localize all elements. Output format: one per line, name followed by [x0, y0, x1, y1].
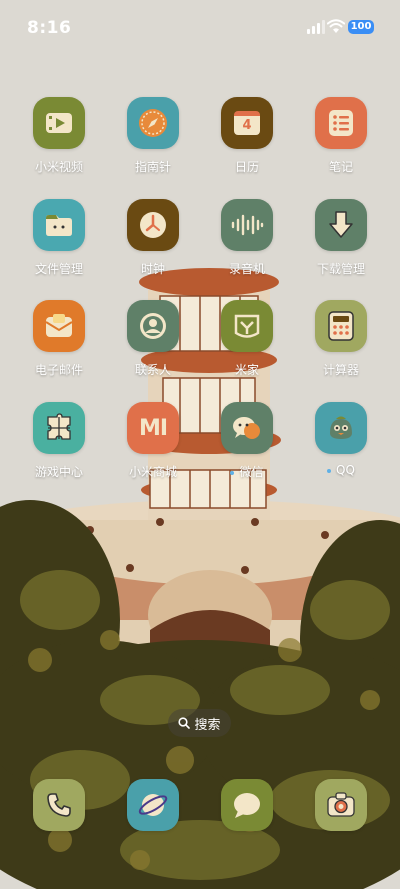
calendar-day: 4 — [242, 118, 252, 133]
dock-phone[interactable] — [14, 779, 104, 831]
dock-camera[interactable] — [296, 779, 386, 831]
app-label: 联系人 — [134, 363, 171, 377]
wifi-icon — [327, 19, 345, 33]
app-label: 下载管理 — [316, 262, 365, 276]
penguin-icon — [315, 402, 367, 454]
app-calendar[interactable]: 4 日历 — [202, 97, 292, 175]
app-mijia[interactable]: 米家 — [202, 300, 292, 378]
mi-logo-text: mi — [138, 415, 168, 441]
app-qq[interactable]: QQ — [296, 402, 386, 477]
app-label: 日历 — [234, 160, 259, 174]
compass-icon — [127, 97, 179, 149]
app-clock[interactable]: 时钟 — [108, 199, 198, 277]
app-label: 游戏中心 — [34, 465, 83, 479]
app-label: 文件管理 — [34, 262, 83, 276]
mijia-icon — [221, 300, 273, 352]
notes-icon — [315, 97, 367, 149]
app-label: 电子邮件 — [34, 363, 83, 377]
calculator-icon — [315, 300, 367, 352]
app-label: QQ — [296, 463, 386, 477]
status-bar: 8:16 100 — [0, 0, 400, 50]
chat-bubble-icon — [221, 402, 273, 454]
contact-icon — [127, 300, 179, 352]
app-label: 录音机 — [228, 262, 265, 276]
app-wechat[interactable]: 微信 — [202, 402, 292, 480]
app-label: 米家 — [234, 363, 259, 377]
app-downloads[interactable]: 下载管理 — [296, 199, 386, 277]
search-button[interactable]: 搜索 — [168, 709, 231, 737]
app-xiaomi-video[interactable]: 小米视频 — [14, 97, 104, 175]
app-label: 时钟 — [140, 262, 165, 276]
app-contacts[interactable]: 联系人 — [108, 300, 198, 378]
mi-logo-icon: mi — [127, 402, 179, 454]
battery-indicator: 100 — [348, 20, 374, 34]
video-icon — [33, 97, 85, 149]
download-icon — [315, 199, 367, 251]
message-icon — [221, 779, 273, 831]
new-notification-dot — [327, 468, 332, 473]
camera-icon — [315, 779, 367, 831]
mail-icon — [33, 300, 85, 352]
app-label: 微信 — [202, 463, 292, 480]
calendar-icon: 4 — [221, 97, 273, 149]
cellular-signal-icon — [307, 20, 325, 34]
search-label: 搜索 — [194, 717, 221, 733]
app-game-center[interactable]: 游戏中心 — [14, 402, 104, 480]
dock-browser[interactable] — [108, 779, 198, 831]
app-label-text: 微信 — [239, 465, 264, 479]
dock-messages[interactable] — [202, 779, 292, 831]
app-label: 指南针 — [134, 160, 171, 174]
phone-icon — [33, 779, 85, 831]
status-time: 8:16 — [27, 18, 72, 38]
app-label: 笔记 — [328, 160, 353, 174]
app-recorder[interactable]: 录音机 — [202, 199, 292, 277]
app-email[interactable]: 电子邮件 — [14, 300, 104, 378]
app-notes[interactable]: 笔记 — [296, 97, 386, 175]
clock-icon — [127, 199, 179, 251]
new-notification-dot — [230, 470, 235, 475]
sound-wave-icon — [221, 199, 273, 251]
planet-icon — [127, 779, 179, 831]
app-file-manager[interactable]: 文件管理 — [14, 199, 104, 277]
app-mi-store[interactable]: mi 小米商城 — [108, 402, 198, 480]
app-label: 计算器 — [322, 363, 359, 377]
search-icon — [178, 717, 191, 729]
app-label-text: QQ — [336, 463, 355, 477]
app-compass[interactable]: 指南针 — [108, 97, 198, 175]
app-calculator[interactable]: 计算器 — [296, 300, 386, 378]
app-label: 小米视频 — [34, 160, 83, 174]
folder-icon — [33, 199, 85, 251]
app-label: 小米商城 — [128, 465, 177, 479]
puzzle-icon — [33, 402, 85, 454]
